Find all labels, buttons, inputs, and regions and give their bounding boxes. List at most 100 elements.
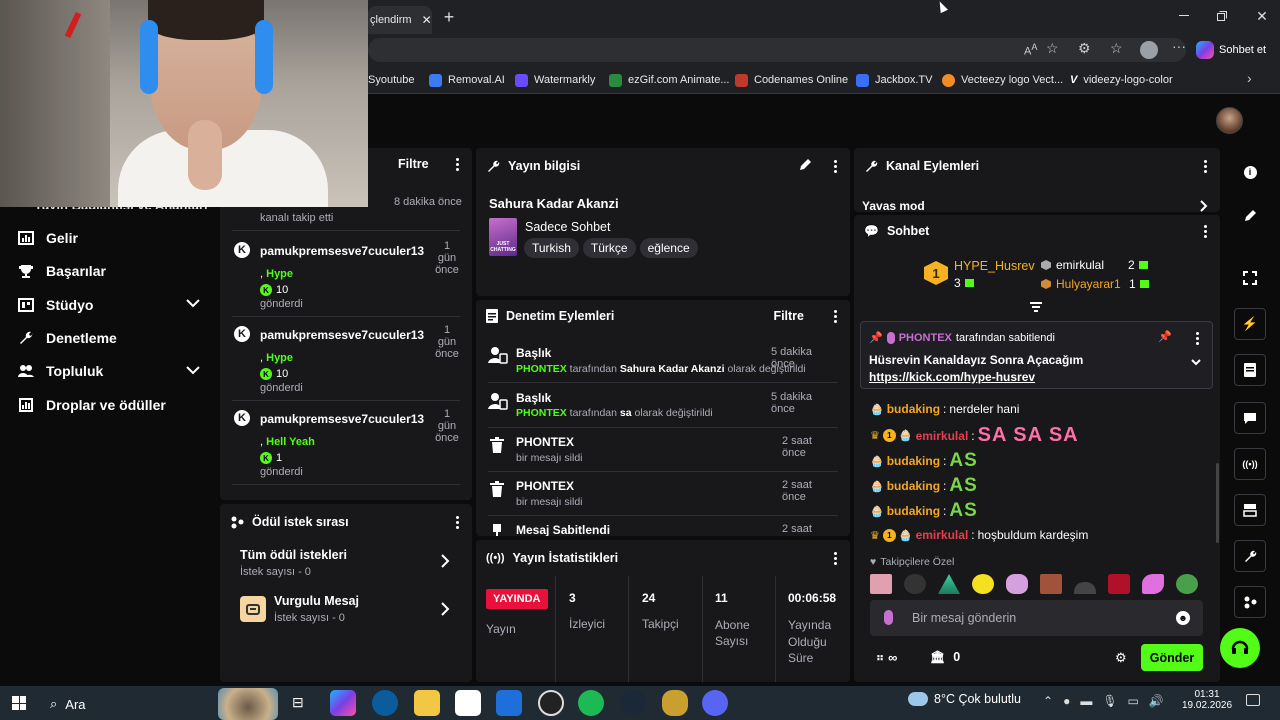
slow-mode-item[interactable]: Yavaş mod [862, 198, 925, 210]
spotify-icon[interactable] [578, 690, 604, 716]
sidebar-item-gelir[interactable]: Gelir [18, 230, 78, 246]
profile-avatar-icon[interactable] [1140, 41, 1158, 59]
more-options-icon[interactable] [450, 512, 464, 532]
bookmark-item[interactable]: Removal.AI [429, 66, 505, 94]
lightning-icon[interactable]: ⚡ [1234, 308, 1266, 340]
notifications-icon[interactable] [1246, 694, 1260, 706]
mail-icon[interactable] [496, 690, 522, 716]
channel-points[interactable]: ⠶ ∞ [876, 650, 897, 665]
help-headset-icon[interactable] [1220, 628, 1260, 668]
favorites-icon[interactable]: ☆ [1110, 40, 1123, 57]
volume-icon[interactable]: 🔊 [1149, 694, 1164, 708]
more-options-icon[interactable] [1198, 156, 1212, 176]
chat-settings-gear-icon[interactable]: ⚙ [1115, 650, 1127, 666]
category-thumbnail[interactable]: JUST CHATTING [489, 218, 517, 256]
pinned-by-user[interactable]: PHONTEX [899, 332, 952, 344]
gifter-name[interactable]: emirkulal [1056, 258, 1104, 272]
gifter-name[interactable]: Hulyayarar1 [1056, 277, 1121, 291]
emote-icon[interactable] [1142, 574, 1164, 594]
pinned-link[interactable]: https://kick.com/hype-husrev [869, 370, 1035, 384]
more-options-icon[interactable] [1198, 221, 1212, 241]
bookmark-item[interactable]: Jackbox.TV [856, 66, 932, 94]
collapse-leaderboard-icon[interactable] [1030, 302, 1042, 312]
chat-input[interactable]: Bir mesaj gönderin ☻ [870, 600, 1203, 636]
sidebar-item-droplar[interactable]: Droplar ve ödüller [18, 397, 166, 413]
store-icon[interactable] [455, 690, 481, 716]
windows-start-icon[interactable] [12, 696, 26, 710]
bank-balance[interactable]: 🏛 0 [930, 650, 960, 664]
tag-chip[interactable]: Turkish [524, 238, 579, 258]
chat-username[interactable]: emirkulal [916, 528, 969, 542]
more-options-icon[interactable] [1190, 328, 1204, 348]
bookmark-item[interactable]: Vecteezy logo Vect... [942, 66, 1063, 94]
bookmark-item[interactable]: Codenames Online [735, 66, 848, 94]
all-rewards-link[interactable]: Tüm ödül istekleri İstek sayısı - 0 [232, 544, 460, 584]
discord-icon[interactable] [702, 690, 728, 716]
tag-chip[interactable]: Türkçe [582, 238, 636, 258]
action-actor[interactable]: PHONTEX [516, 407, 567, 419]
more-options-icon[interactable] [828, 156, 842, 176]
top-gifter-name[interactable]: HYPE_Husrev [954, 259, 1035, 273]
chat-username[interactable]: budaking [887, 504, 940, 518]
chat-bubble-icon[interactable] [1234, 402, 1266, 434]
layout-icon[interactable] [1234, 494, 1266, 526]
task-view-icon[interactable]: ⊟ [292, 694, 304, 711]
emote-icon[interactable] [1074, 582, 1096, 594]
emote-icon[interactable] [972, 574, 994, 594]
emote-icon[interactable] [938, 574, 960, 594]
edit-pencil-icon[interactable] [798, 158, 812, 172]
favorite-star-icon[interactable]: ☆ [1046, 40, 1059, 57]
more-options-icon[interactable] [828, 306, 842, 326]
stream-category[interactable]: Sadece Sohbet [525, 220, 611, 234]
activity-username[interactable]: pamukpremsesve7cuculer13 [260, 244, 424, 258]
chat-username[interactable]: emirkulal [916, 429, 969, 443]
action-title[interactable]: PHONTEX [516, 479, 574, 493]
unpin-icon[interactable]: 📌 [1158, 330, 1172, 343]
file-explorer-icon[interactable] [414, 690, 440, 716]
more-options-icon[interactable] [828, 548, 842, 568]
chat-username[interactable]: budaking [887, 479, 940, 493]
activity-username[interactable]: pamukpremsesve7cuculer13 [260, 412, 424, 426]
sidebar-item-topluluk[interactable]: Topluluk [18, 363, 103, 379]
sidebar-item-basarilar[interactable]: Başarılar [18, 263, 106, 279]
highlight-message-link[interactable]: Vurgulu Mesaj İstek sayısı - 0 [232, 592, 460, 632]
chevron-down-icon[interactable] [186, 365, 200, 375]
emoji-icon[interactable]: ☻ [1176, 611, 1190, 625]
tray-app-icon[interactable]: ▬ [1080, 694, 1092, 708]
emote-icon[interactable] [1176, 574, 1198, 594]
minimize-icon[interactable] [1174, 6, 1194, 26]
weather-widget[interactable]: 8°C Çok bulutlu [908, 692, 1021, 706]
sidebar-item-studyo[interactable]: Stüdyo [18, 297, 93, 313]
tray-app-icon[interactable]: ● [1063, 694, 1070, 708]
close-window-icon[interactable]: ✕ [1252, 6, 1272, 26]
close-tab-icon[interactable]: ✕ [422, 13, 432, 27]
wrench-icon[interactable] [1234, 540, 1266, 572]
read-aloud-icon[interactable]: AA [1024, 42, 1037, 58]
emote-icon[interactable] [870, 574, 892, 594]
chevron-down-icon[interactable] [1191, 359, 1201, 367]
bookmark-item[interactable]: Syoutube [368, 66, 414, 94]
document-icon[interactable] [1234, 354, 1266, 386]
sidebar-item-denetleme[interactable]: Denetleme [18, 330, 117, 346]
filter-button[interactable]: Filtre [773, 309, 804, 323]
copilot-chat-button[interactable]: Sohbet et [1196, 38, 1266, 62]
emote-icon[interactable] [1006, 574, 1028, 594]
chat-username[interactable]: budaking [887, 454, 940, 468]
rewards-icon[interactable] [1234, 586, 1266, 618]
action-actor[interactable]: PHONTEX [516, 363, 567, 375]
tray-chevron-icon[interactable]: ⌃ [1043, 694, 1053, 708]
bookmark-item[interactable]: Vvideezy-logo-color [1070, 66, 1173, 94]
send-button[interactable]: Gönder [1141, 644, 1203, 671]
emote-icon[interactable] [904, 574, 926, 594]
obs-icon[interactable] [538, 690, 564, 716]
filter-button[interactable]: Filtre [398, 157, 429, 171]
microphone-icon[interactable]: 🎙 [1102, 694, 1117, 708]
new-tab-icon[interactable]: + [440, 7, 458, 27]
more-menu-icon[interactable]: ··· [1172, 38, 1186, 54]
browser-tab[interactable]: çlendirm ✕ [368, 6, 432, 34]
chat-scrollbar[interactable] [1216, 463, 1219, 543]
address-input[interactable] [368, 38, 1186, 62]
action-title[interactable]: PHONTEX [516, 435, 574, 449]
edit-pencil-icon[interactable] [1234, 200, 1266, 232]
maximize-icon[interactable] [1212, 6, 1232, 26]
